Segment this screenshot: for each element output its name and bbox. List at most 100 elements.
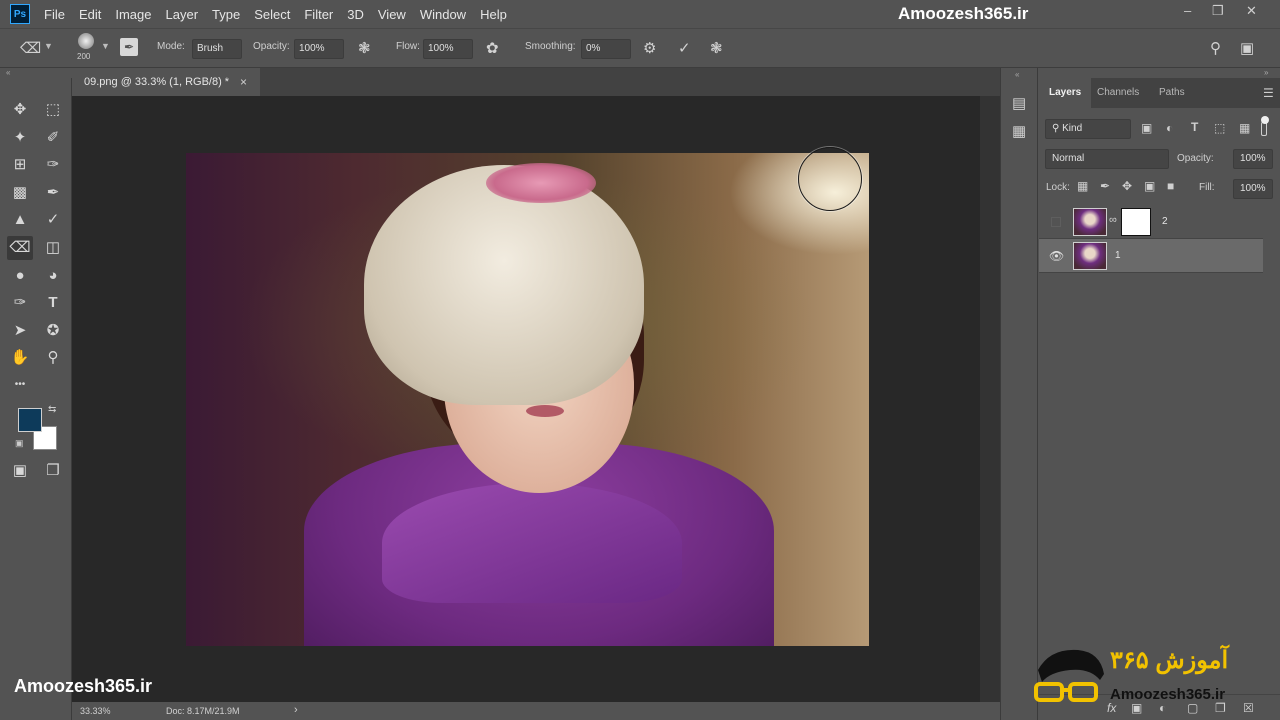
menu-file[interactable]: File [44, 7, 65, 22]
menu-type[interactable]: Type [212, 7, 240, 22]
collapse-panel-icon[interactable]: » [1264, 68, 1268, 77]
quick-mask-icon[interactable]: ▣ [7, 459, 33, 483]
menu-image[interactable]: Image [115, 7, 151, 22]
menu-3d[interactable]: 3D [347, 7, 364, 22]
logo-latin-text: Amoozesh365.ir [1110, 686, 1226, 703]
swap-colors-icon[interactable]: ⇆ [48, 404, 56, 415]
eye-icon[interactable]: 👁 [1049, 239, 1064, 273]
type-tool-icon[interactable]: T [40, 291, 66, 315]
layer-mask-thumbnail[interactable] [1121, 208, 1151, 236]
gear-icon[interactable]: ⚙ [643, 39, 656, 57]
airbrush-icon[interactable]: ✿ [486, 39, 499, 57]
hand-tool-icon[interactable]: ✋ [7, 346, 33, 370]
layer-thumbnail [1073, 208, 1107, 236]
lock-position-icon[interactable]: ✥ [1122, 179, 1132, 193]
menu-view[interactable]: View [378, 7, 406, 22]
eyedropper-tool-icon[interactable]: ✑ [40, 153, 66, 177]
zoom-level[interactable]: 33.33% [80, 706, 111, 716]
eraser-tool-preset-icon[interactable]: ⌫ [20, 39, 41, 57]
mode-select[interactable]: Brush [192, 39, 242, 59]
tab-layers[interactable]: Layers [1039, 78, 1092, 108]
properties-panel-icon[interactable]: ▦ [1012, 122, 1026, 140]
canvas-image[interactable] [186, 153, 869, 646]
workspace-icon[interactable]: ▣ [1240, 39, 1254, 57]
status-menu-arrow-icon[interactable]: › [294, 704, 298, 716]
brush-settings-icon[interactable]: ✒ [120, 38, 138, 56]
menu-edit[interactable]: Edit [79, 7, 101, 22]
marquee-tool-icon[interactable]: ⬚ [40, 98, 66, 122]
expand-panels-icon[interactable]: « [1015, 70, 1019, 79]
crop-tool-icon[interactable]: ⊞ [7, 153, 33, 177]
layer-opacity-field[interactable]: 100% [1233, 149, 1273, 169]
quick-select-tool-icon[interactable]: ✐ [40, 126, 66, 150]
flow-label: Flow: [396, 41, 420, 52]
close-document-icon[interactable]: × [240, 68, 247, 96]
adjustment-filter-icon[interactable]: ◐ [1166, 121, 1173, 135]
minimize-icon[interactable]: ‒ [1184, 3, 1191, 18]
smoothing-field[interactable]: 0% [581, 39, 631, 59]
smart-object-filter-icon[interactable]: ▦ [1239, 121, 1250, 135]
chevron-down-icon[interactable]: ▼ [44, 41, 53, 51]
menu-filter[interactable]: Filter [304, 7, 333, 22]
filter-toggle-icon[interactable] [1261, 122, 1267, 136]
search-icon[interactable]: ⚲ [1210, 39, 1221, 57]
fill-field[interactable]: 100% [1233, 179, 1273, 199]
menu-help[interactable]: Help [480, 7, 507, 22]
healing-brush-tool-icon[interactable]: ▩ [7, 181, 33, 205]
pressure-opacity-icon[interactable]: ❃ [358, 39, 371, 57]
restore-icon[interactable]: ❒ [1212, 3, 1224, 19]
panel-tabs: Layers Channels Paths ☰ [1039, 78, 1280, 108]
type-filter-icon[interactable]: T [1191, 120, 1198, 134]
blend-mode-select[interactable]: Normal [1045, 149, 1169, 169]
default-colors-icon[interactable]: ▣ [15, 438, 24, 449]
blur-tool-icon[interactable]: ● [7, 264, 33, 288]
move-tool-icon[interactable]: ✥ [7, 98, 33, 122]
mode-label: Mode: [157, 41, 185, 52]
foreground-color-swatch[interactable] [18, 408, 42, 432]
pixel-filter-icon[interactable]: ▣ [1141, 121, 1152, 135]
layer-row-1[interactable]: 👁 1 [1039, 239, 1263, 273]
zoom-tool-icon[interactable]: ⚲ [40, 346, 66, 370]
shape-filter-icon[interactable]: ⬚ [1214, 121, 1225, 135]
lasso-tool-icon[interactable]: ✦ [7, 126, 33, 150]
tab-channels[interactable]: Channels [1087, 78, 1149, 108]
menu-layer[interactable]: Layer [166, 7, 199, 22]
lock-image-icon[interactable]: ✒ [1100, 179, 1110, 193]
path-select-tool-icon[interactable]: ➤ [7, 319, 33, 343]
layer-name[interactable]: 1 [1115, 239, 1121, 273]
layer-visibility-off[interactable] [1051, 217, 1061, 227]
filter-kind-select[interactable]: ⚲ Kind [1045, 119, 1131, 139]
gradient-tool-icon[interactable]: ◫ [40, 236, 66, 260]
brush-tool-icon[interactable]: ✒ [40, 181, 66, 205]
chevron-down-icon[interactable]: ▼ [101, 41, 110, 51]
pen-tool-icon[interactable]: ✑ [7, 291, 33, 315]
pressure-size-icon[interactable]: ❃ [710, 39, 723, 57]
menu-select[interactable]: Select [254, 7, 290, 22]
toolbar-collapse-icon[interactable]: « [0, 68, 72, 78]
tab-paths[interactable]: Paths [1149, 78, 1195, 108]
history-brush-tool-icon[interactable]: ✓ [40, 208, 66, 232]
flow-field[interactable]: 100% [423, 39, 473, 59]
dodge-tool-icon[interactable]: ◕ [40, 264, 66, 288]
more-tools-icon[interactable]: ••• [7, 373, 33, 397]
layer-thumbnail [1073, 242, 1107, 270]
document-tab[interactable]: 09.png @ 33.3% (1, RGB/8) * [72, 68, 260, 96]
opacity-field[interactable]: 100% [294, 39, 344, 59]
screen-mode-icon[interactable]: ❐ [40, 459, 66, 483]
lock-all-icon[interactable]: ■ [1167, 179, 1174, 193]
close-window-icon[interactable]: ✕ [1246, 3, 1257, 19]
lock-transparent-icon[interactable]: ▦ [1077, 179, 1088, 193]
erase-to-history-icon[interactable]: ✓ [678, 39, 691, 57]
layer-name[interactable]: 2 [1162, 205, 1168, 239]
shape-tool-icon[interactable]: ✪ [40, 319, 66, 343]
eraser-tool-icon[interactable]: ⌫ [7, 236, 33, 260]
brush-preview-icon[interactable] [78, 33, 94, 49]
layer-row-2[interactable]: ∞ 2 [1039, 205, 1263, 239]
mask-link-icon[interactable]: ∞ [1109, 214, 1117, 226]
history-panel-icon[interactable]: ▤ [1012, 94, 1026, 112]
panel-menu-icon[interactable]: ☰ [1263, 86, 1274, 100]
menu-window[interactable]: Window [420, 7, 466, 22]
lock-artboard-icon[interactable]: ▣ [1144, 179, 1155, 193]
vertical-scrollbar[interactable] [980, 96, 1000, 702]
clone-stamp-tool-icon[interactable]: ▲ [7, 208, 33, 232]
